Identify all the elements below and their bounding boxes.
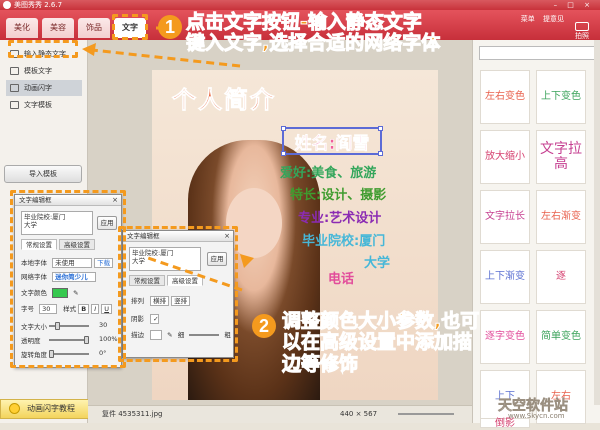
site-watermark-url: www.Skycn.com <box>508 412 565 420</box>
step-2-instruction: 调整颜色大小参数,也可 以在高级设置中添加描 边等修饰 <box>281 310 480 375</box>
arrowhead-icon <box>240 254 254 268</box>
step-1-instruction: 点击文字按钮-输入静态文字 键入文字,选择合适的网络字体 <box>185 11 441 55</box>
step-2-badge: 2 <box>252 314 276 338</box>
callout-arrow-2 <box>147 256 243 292</box>
arrowhead-icon <box>82 43 96 56</box>
step-1-badge: 1 <box>158 15 182 39</box>
